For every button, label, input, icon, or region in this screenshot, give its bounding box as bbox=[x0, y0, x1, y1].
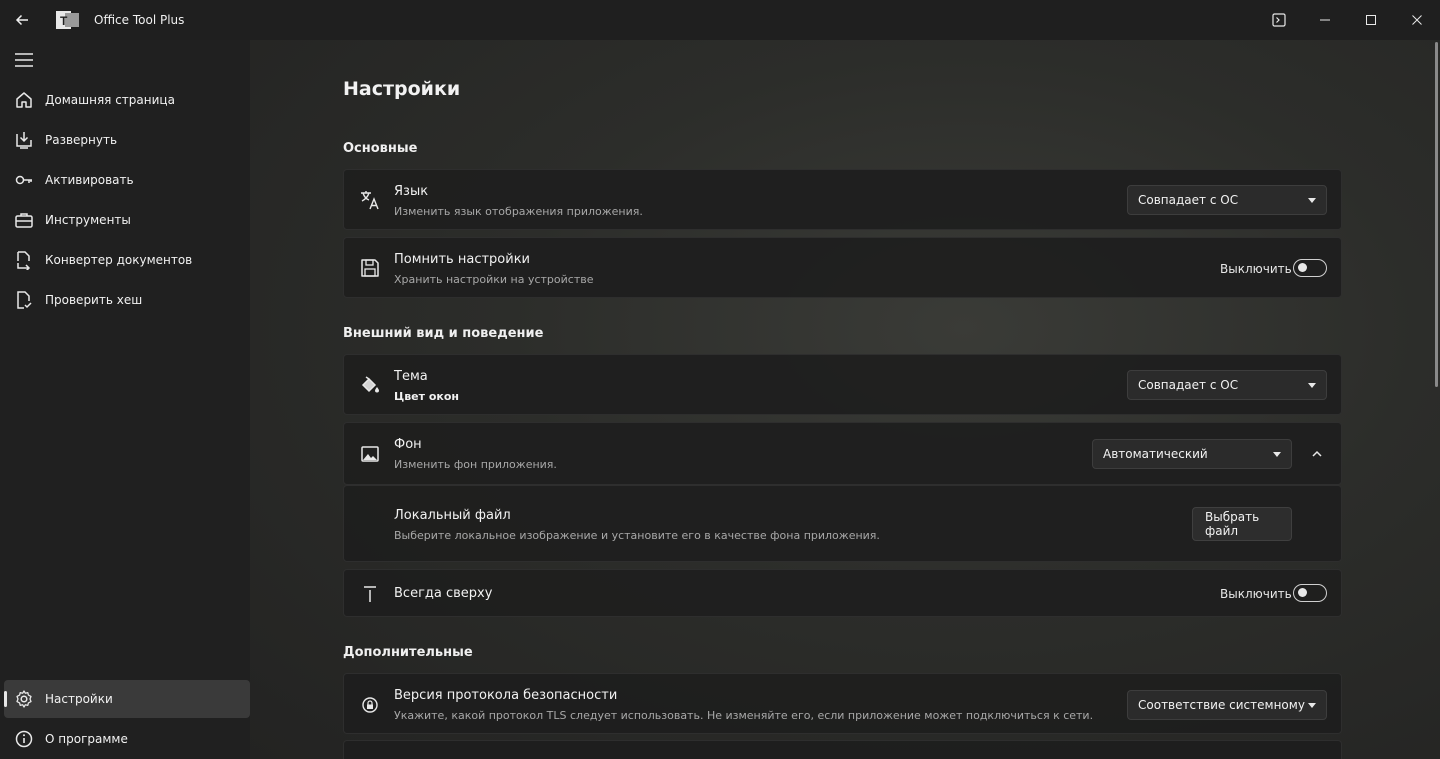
sidebar-item-label: Инструменты bbox=[45, 213, 131, 227]
sidebar-item-activate[interactable]: Активировать bbox=[4, 161, 250, 199]
sidebar-item-settings[interactable]: Настройки bbox=[4, 680, 250, 718]
sidebar-item-label: Активировать bbox=[45, 173, 134, 187]
translate-icon bbox=[361, 191, 379, 210]
setting-tls-card: Версия протокола безопасности Укажите, к… bbox=[343, 673, 1342, 734]
theme-dropdown[interactable]: Совпадает с ОС bbox=[1127, 370, 1327, 400]
section-title-additional: Дополнительные bbox=[343, 645, 473, 660]
window-title: Office Tool Plus bbox=[94, 13, 185, 27]
arrow-left-icon bbox=[15, 14, 28, 26]
setting-title: Помнить настройки bbox=[394, 252, 530, 267]
sidebar-item-label: Развернуть bbox=[45, 133, 118, 147]
toolbox-icon bbox=[15, 213, 33, 228]
title-bar: T Office Tool Plus bbox=[0, 0, 1440, 40]
terminal-icon bbox=[1272, 13, 1286, 27]
page-title: Настройки bbox=[343, 78, 461, 100]
setting-title: Тема bbox=[394, 369, 428, 384]
setting-title: Версия протокола безопасности bbox=[394, 688, 618, 703]
maximize-button[interactable] bbox=[1348, 0, 1394, 40]
setting-always-on-top-card: Всегда сверху Выключить bbox=[343, 569, 1342, 617]
terminal-button[interactable] bbox=[1256, 0, 1302, 40]
collapse-button[interactable] bbox=[1302, 439, 1332, 469]
close-icon bbox=[1412, 15, 1422, 25]
setting-language-card: Язык Изменить язык отображения приложени… bbox=[343, 169, 1342, 230]
document-check-icon bbox=[17, 291, 32, 309]
sidebar-item-converter[interactable]: Конвертер документов bbox=[4, 241, 250, 279]
setting-title: Фон bbox=[394, 437, 422, 452]
close-button[interactable] bbox=[1394, 0, 1440, 40]
paint-bucket-icon bbox=[361, 376, 379, 393]
document-convert-icon bbox=[17, 251, 31, 270]
setting-description: Хранить настройки на устройстве bbox=[394, 273, 594, 286]
setting-title: Всегда сверху bbox=[394, 586, 493, 601]
key-icon bbox=[15, 175, 32, 185]
sidebar-item-label: Домашняя страница bbox=[45, 93, 175, 107]
chevron-up-icon bbox=[1312, 450, 1322, 457]
shield-lock-icon bbox=[362, 697, 378, 713]
download-icon bbox=[16, 132, 32, 149]
pin-top-icon bbox=[364, 586, 376, 602]
setting-remember-card: Помнить настройки Хранить настройки на у… bbox=[343, 237, 1342, 298]
setting-title: Локальный файл bbox=[394, 508, 511, 523]
sidebar: Домашняя страница Развернуть Активироват… bbox=[0, 40, 250, 759]
menu-toggle-button[interactable] bbox=[6, 46, 42, 74]
minimize-icon bbox=[1320, 19, 1330, 21]
app-logo: T bbox=[56, 10, 80, 30]
maximize-icon bbox=[1366, 15, 1376, 25]
sidebar-item-home[interactable]: Домашняя страница bbox=[4, 81, 250, 119]
section-title-basic: Основные bbox=[343, 141, 418, 156]
setting-description: Укажите, какой протокол TLS следует испо… bbox=[394, 709, 1094, 722]
caret-down-icon bbox=[1273, 452, 1281, 457]
settings-page: Настройки Основные Язык Изменить язык от… bbox=[250, 40, 1440, 759]
sidebar-item-tools[interactable]: Инструменты bbox=[4, 201, 250, 239]
svg-text:T: T bbox=[60, 14, 68, 28]
always-on-top-toggle[interactable] bbox=[1293, 584, 1327, 602]
language-dropdown[interactable]: Совпадает с ОС bbox=[1127, 185, 1327, 215]
home-icon bbox=[16, 92, 32, 108]
remember-settings-toggle[interactable] bbox=[1293, 259, 1327, 277]
back-button[interactable] bbox=[0, 0, 44, 40]
setting-title: Язык bbox=[394, 184, 429, 199]
save-icon bbox=[361, 259, 379, 277]
caret-down-icon bbox=[1308, 703, 1316, 708]
sidebar-item-hash[interactable]: Проверить хеш bbox=[4, 281, 250, 319]
setting-theme-card: Тема Цвет окон Совпадает с ОС bbox=[343, 354, 1342, 415]
toggle-state-label: Выключить bbox=[1220, 587, 1292, 601]
sidebar-item-deploy[interactable]: Развернуть bbox=[4, 121, 250, 159]
background-dropdown[interactable]: Автоматический bbox=[1092, 439, 1292, 469]
sidebar-item-label: О программе bbox=[45, 732, 128, 746]
section-title-appearance: Внешний вид и поведение bbox=[343, 326, 544, 341]
choose-file-button[interactable]: Выбрать файл bbox=[1192, 507, 1292, 541]
hamburger-icon bbox=[15, 53, 33, 67]
caret-down-icon bbox=[1308, 198, 1316, 203]
sidebar-item-about[interactable]: О программе bbox=[4, 720, 250, 758]
setting-background-card: Фон Изменить фон приложения. Автоматичес… bbox=[343, 422, 1342, 485]
gear-icon bbox=[16, 690, 32, 708]
setting-description: Изменить фон приложения. bbox=[394, 458, 557, 471]
sidebar-item-label: Конвертер документов bbox=[45, 253, 193, 267]
setting-description: Цвет окон bbox=[394, 390, 460, 403]
tls-dropdown[interactable]: Соответствие системному bbox=[1127, 690, 1327, 720]
caret-down-icon bbox=[1308, 383, 1316, 388]
minimize-button[interactable] bbox=[1302, 0, 1348, 40]
sidebar-item-label: Проверить хеш bbox=[45, 293, 143, 307]
toggle-state-label: Выключить bbox=[1220, 262, 1292, 276]
setting-description: Изменить язык отображения приложения. bbox=[394, 205, 643, 218]
sidebar-item-label: Настройки bbox=[45, 692, 113, 706]
image-icon bbox=[361, 446, 379, 462]
setting-local-file-card: Локальный файл Выберите локальное изобра… bbox=[343, 485, 1342, 562]
info-icon bbox=[15, 730, 33, 748]
scrollbar[interactable] bbox=[1435, 42, 1438, 387]
setting-description: Выберите локальное изображение и установ… bbox=[394, 529, 880, 542]
setting-next-card bbox=[343, 740, 1342, 759]
